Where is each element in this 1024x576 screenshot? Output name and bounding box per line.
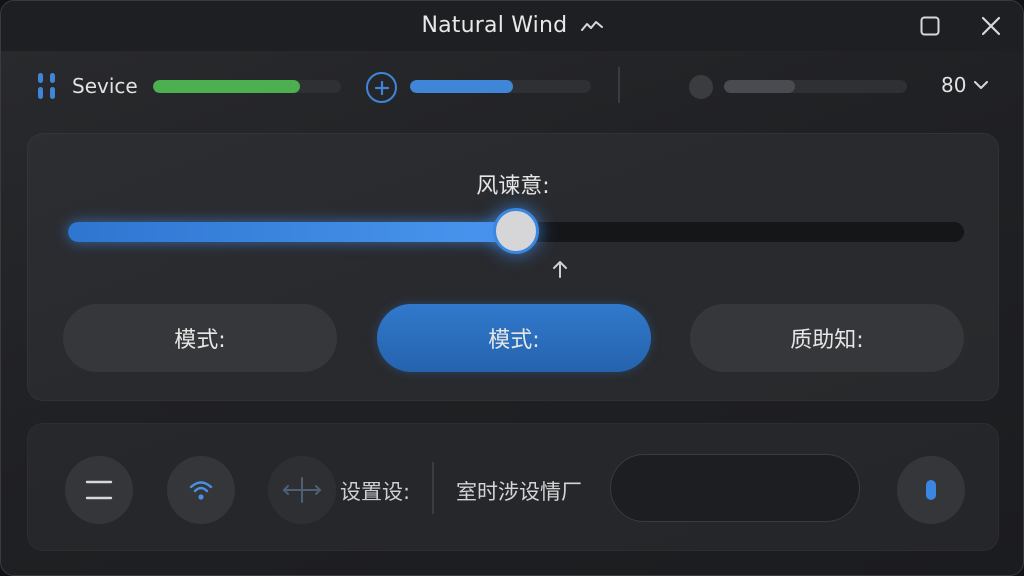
arrow-up-icon <box>553 261 567 278</box>
mode-button-3[interactable]: 质助知: <box>690 304 964 372</box>
dot-icon <box>689 75 713 99</box>
device-bars-icon <box>38 73 60 101</box>
value-dropdown[interactable]: 80 <box>941 73 989 97</box>
move-icon <box>282 477 322 503</box>
menu-button[interactable] <box>65 456 133 524</box>
divider <box>618 67 620 103</box>
window-title-text: Natural Wind <box>421 13 568 38</box>
speed-slider-thumb[interactable] <box>493 208 539 254</box>
speed-label: 风谏意: <box>476 174 550 199</box>
mode-button-2[interactable]: 模式: <box>377 304 651 372</box>
value-text: 80 <box>941 73 967 97</box>
green-level-bar <box>153 80 341 93</box>
device-label: Sevice <box>72 74 138 98</box>
control-bar: 设置设: 室时涉设情厂 <box>27 423 999 551</box>
wifi-button[interactable] <box>167 456 235 524</box>
close-button[interactable] <box>976 11 1006 41</box>
mic-icon <box>926 480 936 500</box>
dim-level-fill <box>724 80 796 93</box>
wind-speed-panel: 风谏意: 模式: 模式: 质助知: <box>27 133 999 401</box>
window-title: Natural Wind <box>1 13 1023 39</box>
blue-level-fill <box>410 80 514 93</box>
maximize-icon <box>920 16 940 36</box>
app-window: Natural Wind Sevice 80 风谏意: 模式: 模式: 质助知:… <box>0 0 1024 576</box>
speed-slider-fill <box>68 222 517 242</box>
wifi-icon <box>189 481 213 500</box>
plus-icon <box>374 80 389 95</box>
blue-level-bar <box>410 80 591 93</box>
title-bar: Natural Wind <box>1 1 1023 51</box>
green-level-fill <box>153 80 300 93</box>
maximize-button[interactable] <box>915 11 945 41</box>
wave-trend-icon <box>580 14 603 39</box>
room-label: 室时涉设情厂 <box>456 480 582 504</box>
close-icon <box>981 16 1001 36</box>
status-row: Sevice 80 <box>1 59 1023 115</box>
add-button[interactable] <box>366 72 397 103</box>
chevron-down-icon <box>974 80 989 89</box>
divider <box>432 462 434 514</box>
menu-icon <box>85 480 113 500</box>
settings-label: 设置设: <box>340 480 411 504</box>
mode-button-1[interactable]: 模式: <box>63 304 337 372</box>
move-button[interactable] <box>268 456 336 524</box>
text-input[interactable] <box>610 454 860 522</box>
dim-level-bar <box>724 80 907 93</box>
mic-button[interactable] <box>897 456 965 524</box>
